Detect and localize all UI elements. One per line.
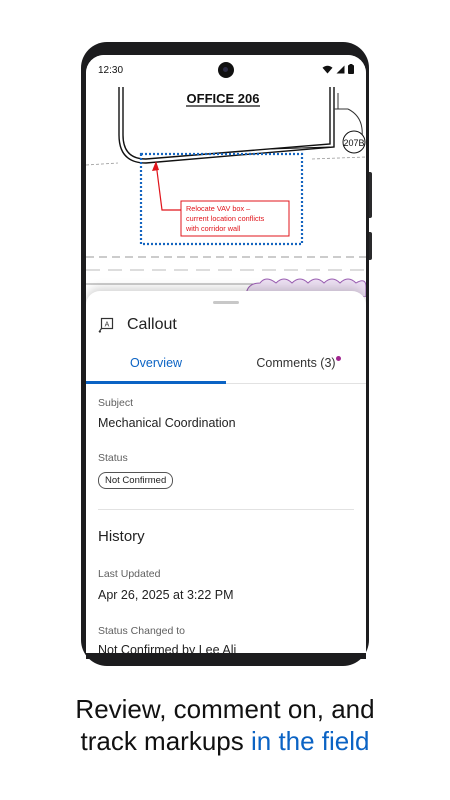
tab-bar: Overview Comments (3) — [86, 343, 366, 384]
door-symbol — [334, 93, 363, 138]
status-icons — [322, 64, 354, 74]
caption-line-2-text: track markups — [80, 726, 251, 756]
last-updated-value: Apr 26, 2025 at 3:22 PM — [98, 588, 234, 602]
sheet-header: A Callout — [98, 313, 177, 337]
phone-screen: 12:30 207B OFFICE 206 Relocate VAV box –… — [86, 55, 366, 653]
status-time: 12:30 — [98, 65, 124, 76]
callout-text-line: Relocate VAV box – — [186, 204, 251, 213]
room-title: OFFICE 206 — [187, 91, 260, 106]
cell-signal-icon — [336, 65, 345, 73]
floor-plan: 207B OFFICE 206 Relocate VAV box – curre… — [86, 87, 366, 298]
promo-caption: Review, comment on, and track markups in… — [0, 693, 450, 757]
callout-leader — [155, 162, 181, 211]
front-camera — [218, 62, 234, 78]
status-label: Status — [98, 452, 128, 464]
tab-overview[interactable]: Overview — [86, 343, 226, 384]
status-changed-label: Status Changed to — [98, 625, 185, 637]
power-button — [369, 232, 372, 260]
subject-value: Mechanical Coordination — [98, 416, 236, 430]
volume-button — [369, 172, 372, 218]
tab-overview-label: Overview — [129, 356, 183, 370]
caption-highlight: in the field — [250, 726, 370, 756]
callout-text-line: with corridor wall — [185, 224, 241, 233]
history-heading: History — [98, 528, 145, 545]
tab-comments[interactable]: Comments (3) — [226, 343, 366, 383]
sheet-drag-handle[interactable] — [213, 301, 239, 304]
battery-icon — [348, 64, 354, 74]
subject-label: Subject — [98, 397, 134, 409]
caption-line-1: Review, comment on, and — [75, 694, 375, 724]
dashed-reference-line — [86, 162, 119, 166]
status-badge[interactable]: Not Confirmed — [98, 472, 174, 489]
tab-comments-label: Comments (3) — [256, 356, 336, 370]
corridor-lines — [86, 256, 366, 285]
active-tab-indicator — [86, 381, 226, 384]
unread-dot — [336, 356, 341, 361]
divider — [98, 509, 354, 510]
status-bar: 12:30 — [86, 55, 366, 87]
phone-bezel-bottom — [86, 653, 366, 659]
room-tag: 207B — [343, 138, 364, 148]
last-updated-label: Last Updated — [98, 568, 161, 580]
dashed-reference-line — [311, 156, 366, 160]
wifi-icon — [322, 65, 333, 73]
callout-icon: A — [98, 317, 114, 333]
drawing-canvas[interactable]: 207B OFFICE 206 Relocate VAV box – curre… — [86, 87, 366, 298]
sheet-title: Callout — [127, 316, 177, 333]
status-changed-value: Not Confirmed by Lee Ali — [98, 643, 237, 653]
svg-text:A: A — [105, 322, 110, 329]
callout-details-sheet: A Callout Overview Comments (3) Subject … — [86, 291, 366, 653]
callout-text-line: current location conflicts — [186, 214, 265, 223]
caption-line-2: track markups in the field — [0, 725, 450, 757]
